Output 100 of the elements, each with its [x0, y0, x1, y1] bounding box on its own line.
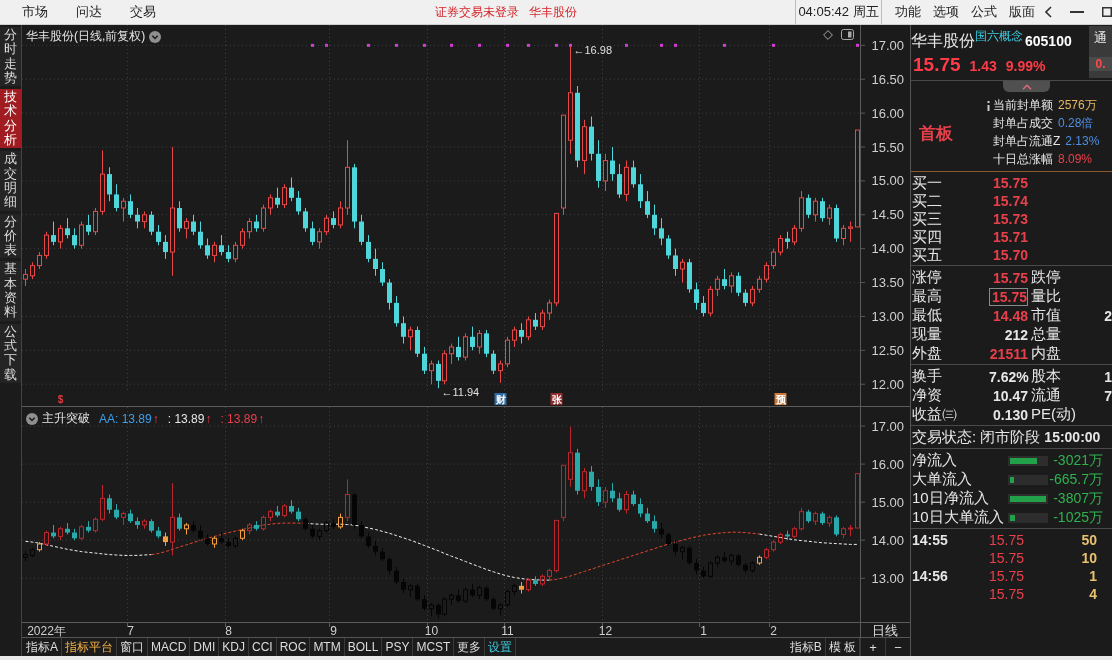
sidebar-tab[interactable]: 公式下载 [0, 323, 21, 383]
flow-label: 10日大单流入 [911, 508, 1005, 527]
chevron-down-icon[interactable] [26, 412, 38, 425]
axis-label: 12 [598, 623, 613, 637]
event-tag: 张 [550, 393, 563, 405]
stat-value: 21511 [989, 345, 1028, 362]
candle [638, 173, 643, 209]
candle [422, 346, 427, 375]
tick-price: 15.75 [988, 568, 1024, 584]
candle [121, 197, 126, 223]
clock: 04:05:42 周五 [798, 3, 879, 21]
candle [373, 248, 378, 277]
period-label[interactable]: 日线 [872, 623, 898, 637]
candle [652, 204, 657, 236]
side-tab-value: 0. [1089, 57, 1112, 71]
tick-volume: 4 [1089, 586, 1097, 602]
chevron-down-icon[interactable] [149, 30, 162, 43]
stat-label: 量比 [1031, 287, 1061, 306]
candle [771, 248, 776, 270]
candle [750, 285, 755, 307]
axis-label: 13.00 [871, 308, 904, 324]
axis-label: 7 [127, 623, 134, 637]
stat-label: 十日总涨幅 [993, 150, 1053, 168]
stat-label: 收益㈢ [911, 405, 958, 424]
axis-label: 17.00 [871, 37, 904, 53]
stat-value: 15.75 [989, 287, 1028, 306]
stat-label: 市值 [1031, 306, 1061, 325]
bid-label: 买一 [911, 173, 943, 193]
candle [708, 285, 713, 317]
candle [163, 234, 168, 260]
candle [694, 282, 699, 311]
menu-item[interactable]: 问达 [76, 3, 102, 21]
candle [491, 349, 496, 375]
sidebar-tab[interactable]: 成交明细 [0, 151, 21, 211]
concept-tag[interactable]: 国六概念 [975, 29, 1023, 43]
axis-label: 8 [225, 623, 232, 637]
legend-value: : 13.89 [220, 411, 258, 426]
sidebar-tab[interactable]: 技术分析 [0, 89, 21, 149]
event-tag: 预 [774, 393, 787, 405]
axis-label: 15.50 [871, 139, 904, 155]
candle [715, 275, 720, 297]
candle [841, 224, 846, 246]
side-tab[interactable]: 通 0. [1089, 26, 1112, 78]
candle [526, 315, 531, 341]
candle [519, 322, 524, 345]
bid-price: 15.71 [991, 229, 1028, 245]
panel-icon[interactable] [841, 29, 854, 40]
candle [729, 271, 734, 294]
candle [827, 204, 832, 226]
candle [666, 234, 671, 260]
tick-price: 15.75 [988, 550, 1024, 566]
candle [848, 221, 853, 243]
candle [275, 187, 280, 209]
candle [324, 214, 329, 236]
candle [764, 261, 769, 284]
candle [512, 326, 517, 348]
candle [233, 241, 238, 263]
sidebar-tab[interactable]: 基本资料 [0, 261, 21, 321]
chevron-up-icon [1021, 83, 1032, 90]
menu-item[interactable]: 版面 [1009, 3, 1035, 21]
legend-value: AA: 13.89 [99, 411, 152, 426]
menu-item[interactable]: 市场 [22, 3, 48, 21]
candle [380, 261, 385, 287]
price-change: 1.43 [969, 58, 997, 74]
axis-label: 12.00 [871, 376, 904, 392]
stat-value: 2576万 [1058, 96, 1097, 114]
menu-item[interactable]: 功能 [895, 3, 921, 21]
sidebar-tab[interactable]: 分时走势 [0, 27, 21, 87]
candle [757, 275, 762, 294]
trade-status: 交易状态: 闭市阶段 [912, 427, 1041, 447]
candle [289, 177, 294, 202]
menu-item[interactable]: 交易 [130, 3, 156, 21]
diamond-icon[interactable] [823, 29, 833, 40]
stat-label: 最低 [911, 306, 943, 325]
candle [37, 251, 42, 270]
tick-volume: 10 [1081, 550, 1097, 566]
bid-price: 15.74 [991, 193, 1028, 209]
flow-label: 10日净流入 [911, 489, 990, 508]
bid-label: 买四 [911, 227, 943, 247]
flow-value: -665.7万 [1049, 470, 1103, 489]
stat-label: 外盘 [911, 344, 943, 363]
stat-label: 跌停 [1031, 268, 1061, 287]
candle [659, 217, 664, 246]
sidebar-tab[interactable]: 分价表 [0, 213, 21, 259]
stat-value: 7 [1104, 387, 1112, 404]
candle [366, 234, 371, 263]
flow-value: -1025万 [1053, 508, 1103, 527]
menu-item[interactable]: 选项 [933, 3, 959, 21]
candle [477, 329, 482, 355]
menu-item[interactable]: 公式 [971, 3, 997, 21]
chevron-left-icon[interactable] [1045, 6, 1052, 18]
trend-arrow: ↑ [205, 411, 212, 426]
collapse-button[interactable] [1003, 81, 1050, 92]
candle [631, 160, 636, 189]
candle [813, 197, 818, 223]
candle [470, 326, 475, 351]
marker-icon [987, 101, 990, 111]
maximize-icon[interactable] [1102, 7, 1112, 17]
candle [114, 183, 119, 212]
candle [401, 315, 406, 345]
